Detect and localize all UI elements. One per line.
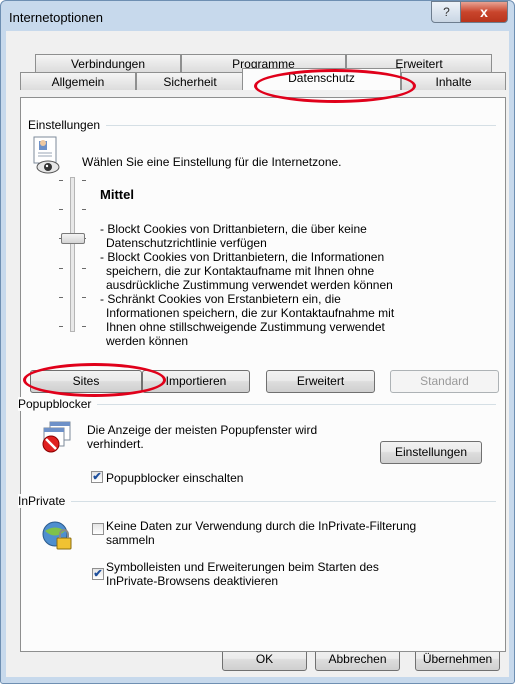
slider-tick [59, 267, 63, 269]
advanced-button[interactable]: Erweitert [266, 370, 375, 393]
inprivate-toolbars-label-line1[interactable]: Symbolleisten und Erweiterungen beim Sta… [106, 560, 379, 574]
inprivate-toolbars-checkbox[interactable]: ✔ [92, 568, 104, 580]
description-line: Ihnen ohne stillschweigende Zustimmung v… [106, 320, 385, 334]
slider-tick [82, 180, 86, 181]
inprivate-filter-label-line2[interactable]: sammeln [106, 533, 155, 547]
inprivate-filter-checkbox[interactable] [92, 523, 104, 535]
description-line: - Blockt Cookies von Drittanbietern, die… [100, 250, 385, 264]
check-mark-icon: ✔ [92, 470, 102, 483]
privacy-level-slider-track[interactable] [70, 177, 75, 332]
popup-settings-button[interactable]: Einstellungen [380, 441, 482, 464]
slider-tick [59, 180, 63, 181]
slider-tick [59, 326, 63, 327]
dialog-client-area: Verbindungen Programme Erweitert Allgeme… [6, 31, 509, 677]
description-line: - Blockt Cookies von Drittanbietern, die… [100, 222, 367, 236]
zone-instruction-text: Wählen Sie eine Einstellung für die Inte… [82, 155, 342, 169]
close-button[interactable]: x [460, 1, 508, 23]
privacy-level-description: - Blockt Cookies von Drittanbietern, die… [100, 222, 394, 348]
default-button: Standard [390, 370, 499, 393]
tab-inhalte[interactable]: Inhalte [401, 72, 506, 90]
description-line: speichern, die zur Kontaktaufname mit Ih… [106, 264, 375, 278]
help-button[interactable]: ? [431, 1, 462, 23]
privacy-tab-page: Einstellungen Wählen Sie eine Einstellun… [18, 97, 506, 652]
popup-text-line2: verhindert. [87, 437, 144, 451]
popup-blocker-checkbox[interactable]: ✔ [91, 471, 103, 483]
description-line: Datenschutzrichtlinie verfügen [106, 236, 267, 250]
import-button[interactable]: Importieren [142, 370, 250, 393]
inprivate-group-line [29, 501, 496, 502]
popup-blocker-checkbox-label[interactable]: Popupblocker einschalten [106, 471, 243, 485]
privacy-level-title: Mittel [100, 187, 134, 202]
description-line: ausdrückliche Zustimmung verwendet werde… [106, 278, 393, 292]
popup-group-label: Popupblocker [18, 397, 98, 411]
tab-allgemein[interactable]: Allgemein [20, 72, 136, 90]
description-line: werden können [106, 334, 189, 348]
tab-sicherheit[interactable]: Sicherheit [136, 72, 244, 90]
internet-options-dialog: Internetoptionen ? x Verbindungen Progra… [0, 0, 515, 684]
check-mark-icon: ✔ [93, 567, 103, 580]
popup-group-line [29, 404, 496, 405]
description-line: Informationen speichern, die zur Kontakt… [106, 306, 395, 320]
inprivate-filter-label-line1[interactable]: Keine Daten zur Verwendung durch die InP… [106, 519, 416, 533]
slider-tick [59, 209, 63, 211]
tab-verbindungen[interactable]: Verbindungen [35, 54, 181, 72]
inprivate-toolbars-label-line2[interactable]: InPrivate-Browsens deaktivieren [106, 574, 278, 588]
slider-tick [82, 326, 86, 327]
slider-tick [59, 296, 63, 298]
slider-tick [82, 296, 86, 298]
privacy-level-slider-thumb[interactable] [61, 233, 85, 245]
settings-group-label: Einstellungen [28, 118, 107, 132]
title-bar[interactable]: Internetoptionen ? x [1, 1, 514, 31]
slider-tick [82, 209, 86, 211]
privacy-document-icon [32, 136, 62, 179]
popup-blocker-icon [40, 420, 74, 457]
description-line: - Schränkt Cookies von Erstanbietern ein… [100, 292, 341, 306]
slider-tick [82, 267, 86, 269]
window-title: Internetoptionen [9, 10, 103, 25]
sites-button[interactable]: Sites [30, 370, 142, 393]
inprivate-group-label: InPrivate [18, 494, 72, 508]
inprivate-icon [41, 518, 75, 555]
popup-text-line1: Die Anzeige der meisten Popupfenster wir… [87, 423, 318, 437]
tab-datenschutz[interactable]: Datenschutz [242, 68, 401, 90]
